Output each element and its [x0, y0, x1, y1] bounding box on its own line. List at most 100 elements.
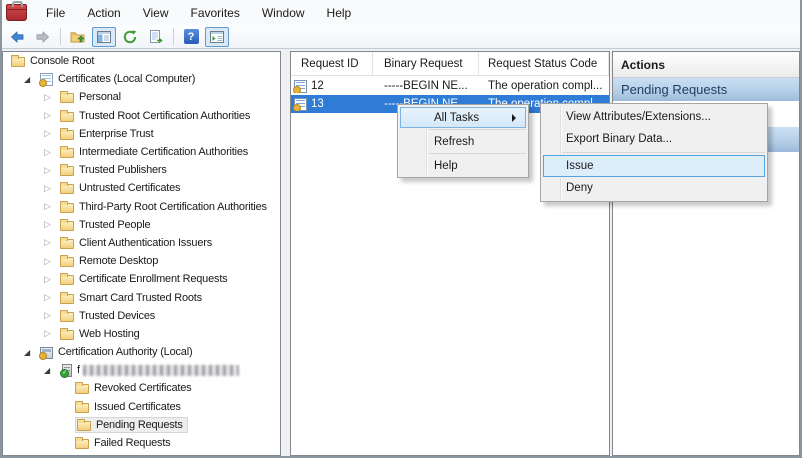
tree-item-third-party-root-certification-authorities[interactable]: Third-Party Root Certification Authoriti…	[3, 198, 280, 216]
column-header-binary-request[interactable]: Binary Request	[373, 52, 479, 75]
tree-item-label: Trusted Devices	[78, 310, 155, 322]
chevron-collapsed-icon[interactable]	[44, 274, 60, 285]
chevron-collapsed-icon[interactable]	[44, 237, 60, 248]
actions-pane-title: Actions	[613, 52, 799, 78]
tree-item-label: Certification Authority (Local)	[57, 346, 192, 358]
tree-item-certificate-enrollment-requests[interactable]: Certificate Enrollment Requests	[3, 270, 280, 288]
tree-item-certification-authority-local[interactable]: Certification Authority (Local)	[3, 343, 280, 361]
chevron-collapsed-icon[interactable]	[44, 310, 60, 321]
toolbar	[2, 25, 800, 49]
folder-icon	[75, 403, 89, 413]
menu-item-help[interactable]: Help	[398, 155, 528, 176]
folder-up-icon	[70, 29, 86, 45]
folder-icon	[60, 203, 74, 213]
menu-action[interactable]: Action	[76, 0, 131, 25]
tree-item-smart-card-trusted-roots[interactable]: Smart Card Trusted Roots	[3, 288, 280, 306]
toolbar-button-refresh[interactable]	[118, 27, 142, 47]
toolbar-button-forward[interactable]	[31, 27, 55, 47]
tree-item-label: Issued Certificates	[93, 401, 181, 413]
menu-favorites[interactable]: Favorites	[180, 0, 251, 25]
tree-item-intermediate-certification-authorities[interactable]: Intermediate Certification Authorities	[3, 143, 280, 161]
tree-item-trusted-people[interactable]: Trusted People	[3, 216, 280, 234]
tree-item-label: f	[76, 364, 80, 376]
chevron-collapsed-icon[interactable]	[44, 110, 60, 121]
tree-item-personal[interactable]: Personal	[3, 88, 280, 106]
chevron-collapsed-icon[interactable]	[44, 165, 60, 176]
tree-item-web-hosting[interactable]: Web Hosting	[3, 325, 280, 343]
tree-item-trusted-devices[interactable]: Trusted Devices	[3, 307, 280, 325]
menu-separator	[428, 153, 526, 154]
submenu-item-view-attributes-extensions[interactable]: View Attributes/Extensions...	[541, 106, 767, 128]
column-header-request-id[interactable]: Request ID	[291, 52, 373, 75]
tree-item-client-authentication-issuers[interactable]: Client Authentication Issuers	[3, 234, 280, 252]
action-pane-icon	[209, 29, 225, 45]
tree-item-trusted-root-certification-authorities[interactable]: Trusted Root Certification Authorities	[3, 107, 280, 125]
folder-icon	[60, 239, 74, 249]
chevron-collapsed-icon[interactable]	[44, 292, 60, 303]
chevron-collapsed-icon[interactable]	[44, 219, 60, 230]
tree-item-certificates-local-computer[interactable]: Certificates (Local Computer)	[3, 70, 280, 88]
toolbar-button-up-one-level[interactable]	[66, 27, 90, 47]
tree-item-label: Enterprise Trust	[78, 128, 153, 140]
toolbar-separator	[60, 28, 61, 45]
tree-item-issued-certificates[interactable]: Issued Certificates	[3, 398, 280, 416]
chevron-collapsed-icon[interactable]	[44, 328, 60, 339]
tree-item-label: Trusted Root Certification Authorities	[78, 110, 250, 122]
tree-item-trusted-publishers[interactable]: Trusted Publishers	[3, 161, 280, 179]
all-tasks-submenu: View Attributes/Extensions... Export Bin…	[540, 103, 768, 202]
tree-item-label: Pending Requests	[95, 419, 183, 431]
list-row-request-12[interactable]: 12 -----BEGIN NE... The operation compl.…	[291, 77, 609, 95]
chevron-collapsed-icon[interactable]	[44, 201, 60, 212]
submenu-item-issue[interactable]: Issue	[543, 155, 765, 177]
tree-item-untrusted-certificates[interactable]: Untrusted Certificates	[3, 179, 280, 197]
actions-section-pending-requests[interactable]: Pending Requests	[613, 78, 799, 101]
menu-help[interactable]: Help	[316, 0, 363, 25]
chevron-collapsed-icon[interactable]	[44, 128, 60, 139]
menu-separator	[562, 152, 765, 153]
menu-window[interactable]: Window	[251, 0, 316, 25]
toolbar-button-show-hide-console-tree[interactable]	[92, 27, 116, 47]
chevron-expanded-icon[interactable]	[44, 366, 60, 375]
chevron-expanded-icon[interactable]	[24, 75, 40, 84]
menu-file[interactable]: File	[35, 0, 76, 25]
menu-view[interactable]: View	[132, 0, 180, 25]
submenu-arrow-icon	[512, 114, 516, 122]
toolbar-button-export-list[interactable]	[144, 27, 168, 47]
column-header-request-status-code[interactable]: Request Status Code	[479, 52, 609, 75]
redacted-ca-name	[83, 365, 239, 376]
menu-item-all-tasks[interactable]: All Tasks	[400, 107, 526, 128]
tree-item-label: Client Authentication Issuers	[78, 237, 212, 249]
folder-icon	[60, 166, 74, 176]
tree-item-pending-requests[interactable]: Pending Requests	[3, 416, 280, 434]
toolbar-button-back[interactable]	[5, 27, 29, 47]
tree-item-failed-requests[interactable]: Failed Requests	[3, 434, 280, 452]
request-id: 13	[311, 98, 324, 110]
tree-item-label: Revoked Certificates	[93, 382, 192, 394]
chevron-collapsed-icon[interactable]	[44, 183, 60, 194]
folder-icon	[75, 384, 89, 394]
menu-item-label: Help	[434, 160, 458, 172]
tree-item-ca-server[interactable]: f	[3, 361, 280, 379]
tree-item-label: Third-Party Root Certification Authoriti…	[78, 201, 267, 213]
chevron-collapsed-icon[interactable]	[44, 92, 60, 103]
submenu-item-export-binary-data[interactable]: Export Binary Data...	[541, 128, 767, 150]
tree-item-console-root[interactable]: Console Root	[3, 52, 280, 70]
tree-item-label: Smart Card Trusted Roots	[78, 292, 202, 304]
tree-item-enterprise-trust[interactable]: Enterprise Trust	[3, 125, 280, 143]
menu-separator	[428, 129, 526, 130]
tree-item-remote-desktop[interactable]: Remote Desktop	[3, 252, 280, 270]
menu-item-label: Deny	[566, 182, 593, 194]
tree-item-label: Web Hosting	[78, 328, 140, 340]
export-list-icon	[148, 29, 164, 45]
chevron-expanded-icon[interactable]	[24, 348, 40, 357]
tree-item-label: Trusted People	[78, 219, 150, 231]
toolbar-button-help[interactable]	[179, 27, 203, 47]
ca-server-icon	[62, 364, 72, 377]
chevron-collapsed-icon[interactable]	[44, 147, 60, 158]
chevron-collapsed-icon[interactable]	[44, 256, 60, 267]
submenu-item-deny[interactable]: Deny	[541, 177, 767, 199]
menu-item-refresh[interactable]: Refresh	[398, 131, 528, 152]
tree-item-revoked-certificates[interactable]: Revoked Certificates	[3, 379, 280, 397]
toolbar-button-show-hide-action-pane[interactable]	[205, 27, 229, 47]
menu-item-label: Refresh	[434, 136, 474, 148]
